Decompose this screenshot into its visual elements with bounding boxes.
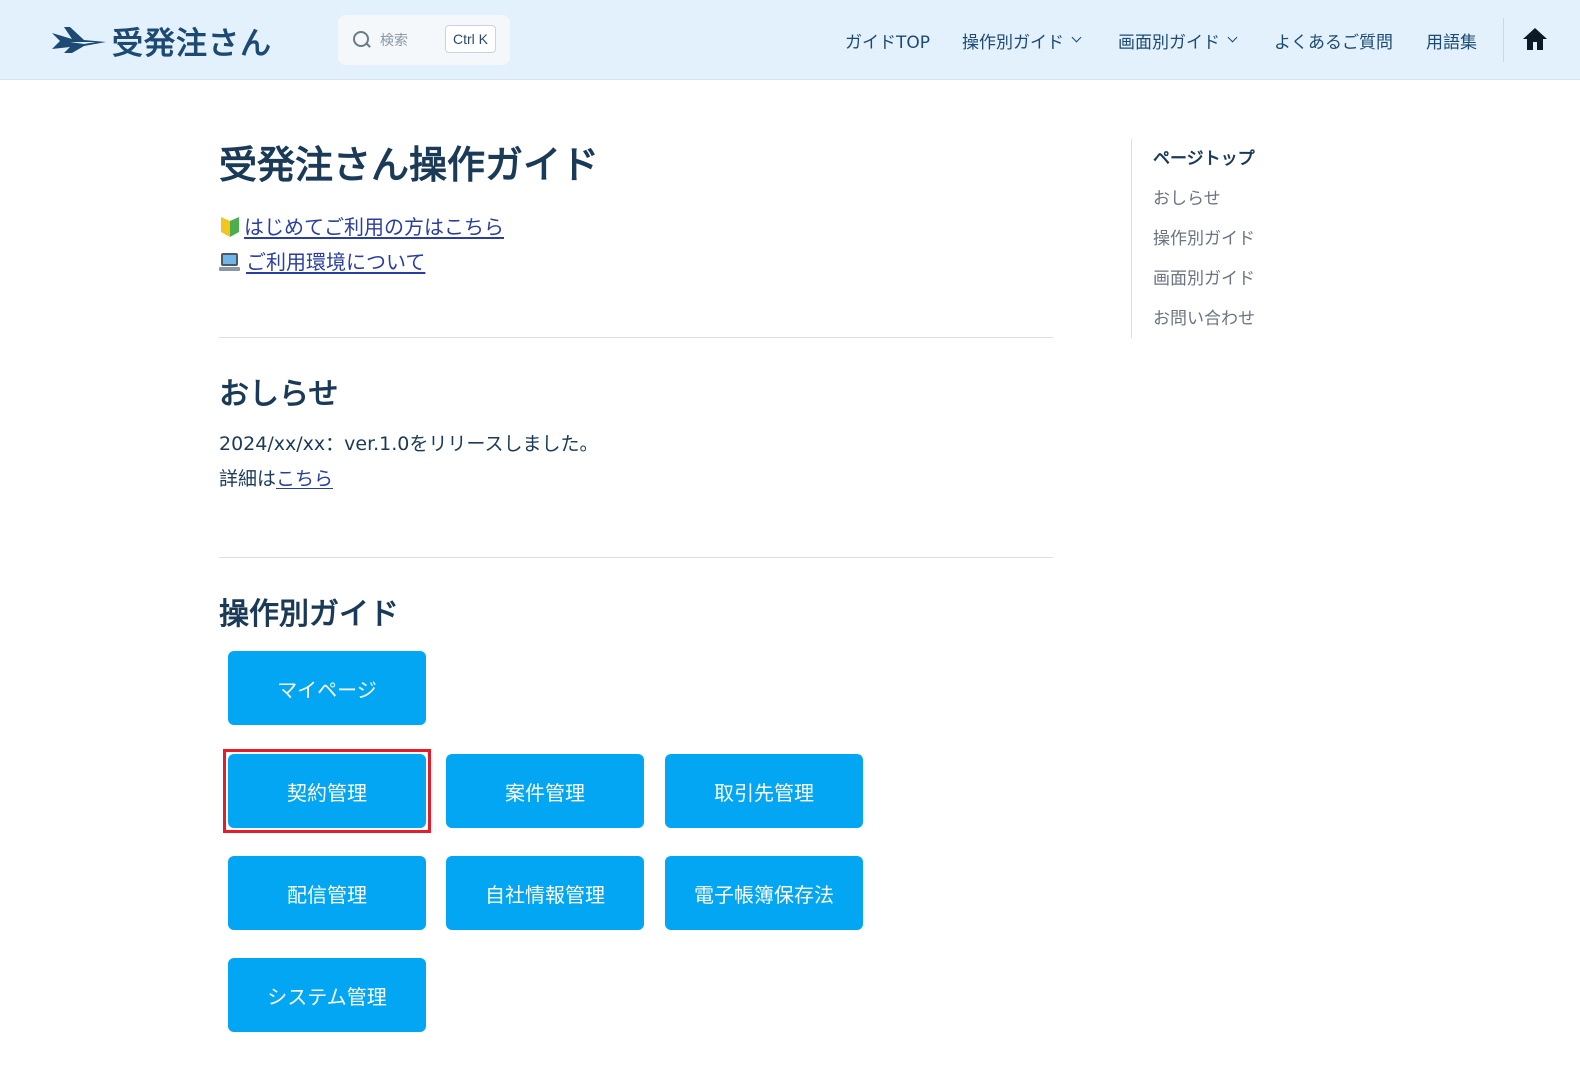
chevron-down-icon bbox=[1227, 32, 1238, 43]
divider bbox=[219, 337, 1053, 338]
guide-button-system[interactable]: システム管理 bbox=[228, 958, 426, 1032]
toc-item-screen-guide[interactable]: 画面別ガイド bbox=[1153, 259, 1331, 299]
guide-button-client[interactable]: 取引先管理 bbox=[665, 754, 863, 828]
notice-heading: おしらせ bbox=[219, 377, 339, 412]
guide-button-company-info[interactable]: 自社情報管理 bbox=[446, 856, 644, 930]
page-title: 受発注さん操作ガイド bbox=[219, 143, 600, 187]
search-icon bbox=[352, 30, 372, 50]
search-input[interactable]: 検索 Ctrl K bbox=[338, 15, 510, 65]
nav-operation-guide[interactable]: 操作別ガイド bbox=[962, 27, 1082, 53]
nav-operation-guide-label: 操作別ガイド bbox=[962, 32, 1064, 53]
toc-item-operation-guide[interactable]: 操作別ガイド bbox=[1153, 219, 1331, 259]
nav-divider bbox=[1503, 18, 1504, 62]
nav-screen-guide-label: 画面別ガイド bbox=[1118, 32, 1220, 53]
nav-screen-guide[interactable]: 画面別ガイド bbox=[1118, 27, 1238, 53]
home-icon[interactable] bbox=[1522, 27, 1548, 51]
plane-logo-icon bbox=[52, 27, 106, 53]
guide-button-distribution[interactable]: 配信管理 bbox=[228, 856, 426, 930]
guide-button-e-book-law[interactable]: 電子帳簿保存法 bbox=[665, 856, 863, 930]
environment-link-row: ご利用環境について bbox=[219, 247, 1053, 277]
environment-link[interactable]: ご利用環境について bbox=[246, 247, 425, 277]
toc-item-page-top[interactable]: ページトップ bbox=[1153, 139, 1331, 179]
divider bbox=[219, 557, 1053, 558]
beginner-mark-icon bbox=[221, 217, 239, 237]
nav-guide-top[interactable]: ガイドTOP bbox=[845, 27, 930, 53]
beginner-link[interactable]: はじめてご利用の方はこちら bbox=[244, 212, 504, 242]
nav-glossary[interactable]: 用語集 bbox=[1426, 27, 1477, 53]
toc-item-contact[interactable]: お問い合わせ bbox=[1153, 299, 1331, 339]
notice-body: 2024/xx/xx：ver.1.0をリリースしました。 詳細はこちら bbox=[219, 427, 598, 497]
site-header: 受発注さん 検索 Ctrl K ガイドTOP 操作別ガイド 画面別ガイド よくあ… bbox=[0, 0, 1580, 80]
notice-detail-link[interactable]: こちら bbox=[276, 468, 333, 490]
main-content: 受発注さん操作ガイド はじめてご利用の方はこちら ご利用環境について bbox=[219, 140, 1053, 277]
nav-guide-top-label: ガイドTOP bbox=[845, 32, 931, 53]
nav-faq-label: よくあるご質問 bbox=[1274, 32, 1393, 53]
notice-line: 2024/xx/xx：ver.1.0をリリースしました。 bbox=[219, 433, 599, 455]
toc-item-notice[interactable]: おしらせ bbox=[1153, 179, 1331, 219]
laptop-icon bbox=[219, 251, 241, 273]
nav-glossary-label: 用語集 bbox=[1426, 32, 1477, 53]
highlight-box bbox=[223, 749, 431, 833]
nav-faq[interactable]: よくあるご質問 bbox=[1274, 27, 1393, 53]
beginner-link-row: はじめてご利用の方はこちら bbox=[219, 212, 1053, 242]
search-placeholder: 検索 bbox=[380, 33, 408, 49]
guide-button-mypage[interactable]: マイページ bbox=[228, 651, 426, 725]
operation-guide-heading: 操作別ガイド bbox=[219, 597, 399, 632]
logo-text: 受発注さん bbox=[112, 25, 272, 62]
site-logo[interactable]: 受発注さん bbox=[50, 20, 272, 62]
guide-button-project[interactable]: 案件管理 bbox=[446, 754, 644, 828]
notice-detail-line: 詳細はこちら bbox=[219, 462, 598, 497]
table-of-contents: ページトップ おしらせ 操作別ガイド 画面別ガイド お問い合わせ bbox=[1131, 139, 1331, 338]
notice-detail-prefix: 詳細は bbox=[219, 468, 277, 490]
search-shortcut-badge: Ctrl K bbox=[445, 25, 496, 53]
chevron-down-icon bbox=[1071, 32, 1082, 43]
